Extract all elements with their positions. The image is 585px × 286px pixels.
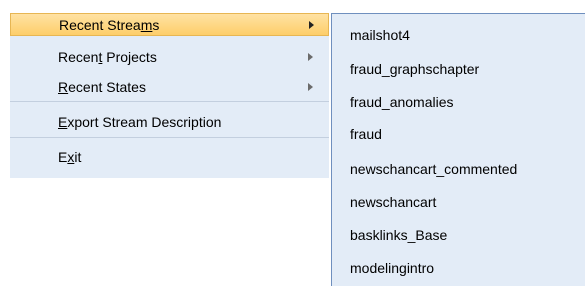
recent-streams-submenu: mailshot4 fraud_graphschapter fraud_anom… [331,13,585,286]
menu-separator [10,137,329,138]
submenu-item[interactable]: newschancart [350,194,436,210]
menu-item-label: Exit [58,149,82,165]
submenu-item[interactable]: fraud [350,126,382,142]
submenu-arrow-icon [309,20,314,29]
menu-separator [10,101,329,102]
menu-item-label: Recent States [58,79,146,95]
submenu-item[interactable]: modelingintro [350,260,434,276]
submenu-arrow-icon [308,83,313,91]
menu-item-recent-projects[interactable]: Recent Projects [10,46,329,68]
menu-item-exit[interactable]: Exit [10,146,329,168]
menu-item-recent-states[interactable]: Recent States [10,76,329,98]
submenu-item[interactable]: fraud_anomalies [350,94,454,110]
menu-item-label: Recent Streams [59,16,160,33]
menu-item-export-stream-description[interactable]: Export Stream Description [10,111,329,133]
menu-item-label: Recent Projects [58,49,157,65]
menu-item-recent-streams[interactable]: Recent Streams [10,13,329,36]
submenu-item[interactable]: fraud_graphschapter [350,61,479,77]
menu-stage: Recent Streams Recent Projects Recent St… [0,0,585,286]
submenu-item[interactable]: basklinks_Base [350,227,447,243]
menu-item-label: Export Stream Description [58,114,222,130]
submenu-item[interactable]: newschancart_commented [350,161,517,177]
file-menu: Recent Streams Recent Projects Recent St… [10,13,329,178]
submenu-item[interactable]: mailshot4 [350,27,410,43]
submenu-arrow-icon [308,53,313,61]
